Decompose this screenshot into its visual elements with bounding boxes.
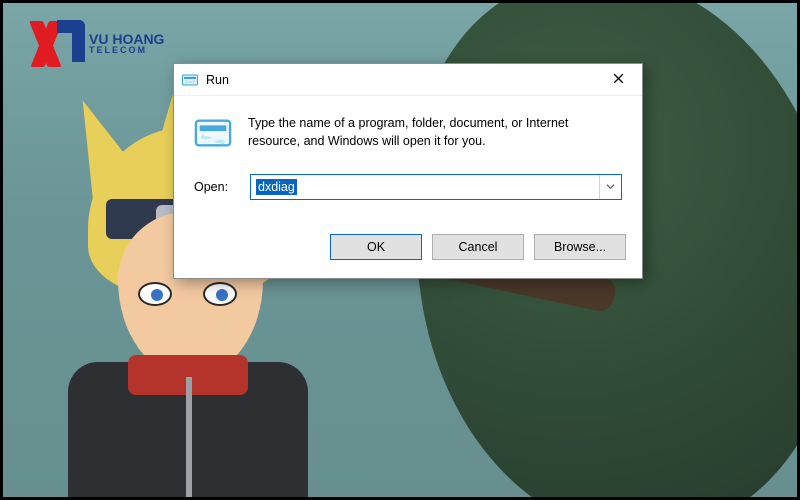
- screenshot-frame: VU HOANG TELECOM Run: [0, 0, 800, 500]
- dialog-button-row: OK Cancel Browse...: [174, 218, 642, 278]
- dialog-title: Run: [206, 73, 229, 87]
- open-input[interactable]: dxdiag: [251, 175, 599, 199]
- open-dropdown-button[interactable]: [599, 175, 621, 199]
- brand-text: VU HOANG TELECOM: [89, 32, 164, 55]
- brand-name-bottom: TELECOM: [89, 46, 164, 55]
- run-dialog: Run Type the name of a program,: [173, 63, 643, 279]
- close-icon: [613, 73, 624, 87]
- brand-logo-icon: [25, 23, 83, 63]
- cancel-button[interactable]: Cancel: [432, 234, 524, 260]
- close-button[interactable]: [604, 68, 632, 92]
- chevron-down-icon: [606, 180, 615, 194]
- open-combobox[interactable]: dxdiag: [250, 174, 622, 200]
- ok-button[interactable]: OK: [330, 234, 422, 260]
- brand-watermark: VU HOANG TELECOM: [25, 23, 164, 63]
- titlebar[interactable]: Run: [174, 64, 642, 96]
- browse-button[interactable]: Browse...: [534, 234, 626, 260]
- open-label: Open:: [194, 180, 240, 194]
- run-large-icon: [194, 114, 232, 152]
- run-icon: [182, 72, 198, 88]
- open-input-value: dxdiag: [256, 179, 297, 195]
- dialog-description: Type the name of a program, folder, docu…: [248, 114, 622, 150]
